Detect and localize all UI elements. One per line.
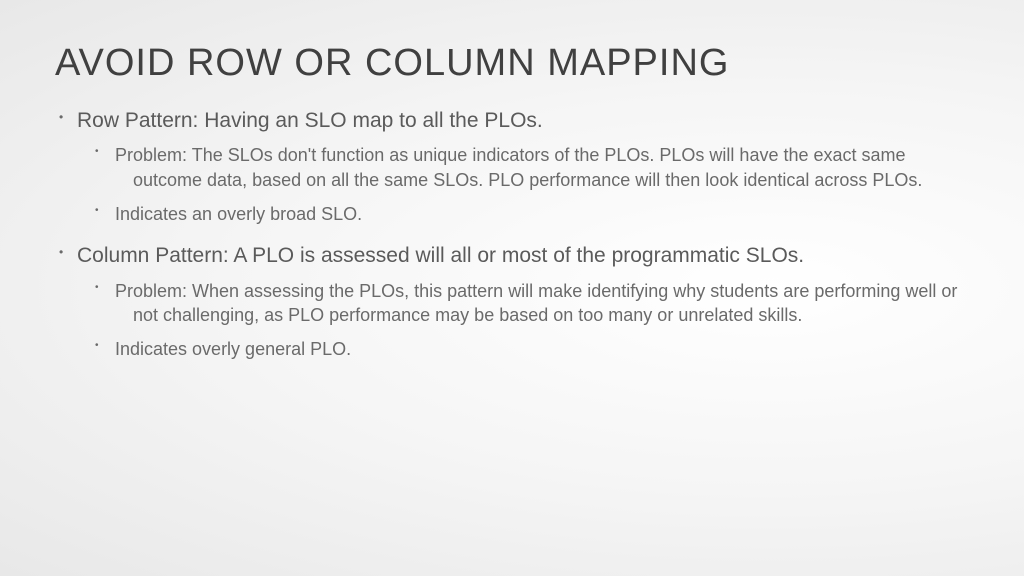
bullet-text: Row Pattern: Having an SLO map to all th… — [77, 109, 543, 132]
list-item: Problem: The SLOs don't function as uniq… — [77, 143, 969, 192]
bullet-text: Column Pattern: A PLO is assessed will a… — [77, 244, 804, 267]
list-item: Indicates overly general PLO. — [77, 337, 969, 361]
sub-bullet-list: Problem: When assessing the PLOs, this p… — [77, 279, 969, 362]
bullet-list: Row Pattern: Having an SLO map to all th… — [55, 107, 969, 361]
list-item: Row Pattern: Having an SLO map to all th… — [55, 107, 969, 226]
sub-bullet-list: Problem: The SLOs don't function as uniq… — [77, 143, 969, 226]
sub-bullet-text: Indicates overly general PLO. — [115, 337, 969, 361]
list-item: Column Pattern: A PLO is assessed will a… — [55, 242, 969, 361]
list-item: Indicates an overly broad SLO. — [77, 202, 969, 226]
slide-title: AVOID ROW OR COLUMN MAPPING — [55, 42, 969, 85]
sub-bullet-text: Indicates an overly broad SLO. — [115, 202, 969, 226]
list-item: Problem: When assessing the PLOs, this p… — [77, 279, 969, 328]
sub-bullet-text: Problem: When assessing the PLOs, this p… — [115, 279, 969, 328]
sub-bullet-text: Problem: The SLOs don't function as uniq… — [115, 143, 969, 192]
